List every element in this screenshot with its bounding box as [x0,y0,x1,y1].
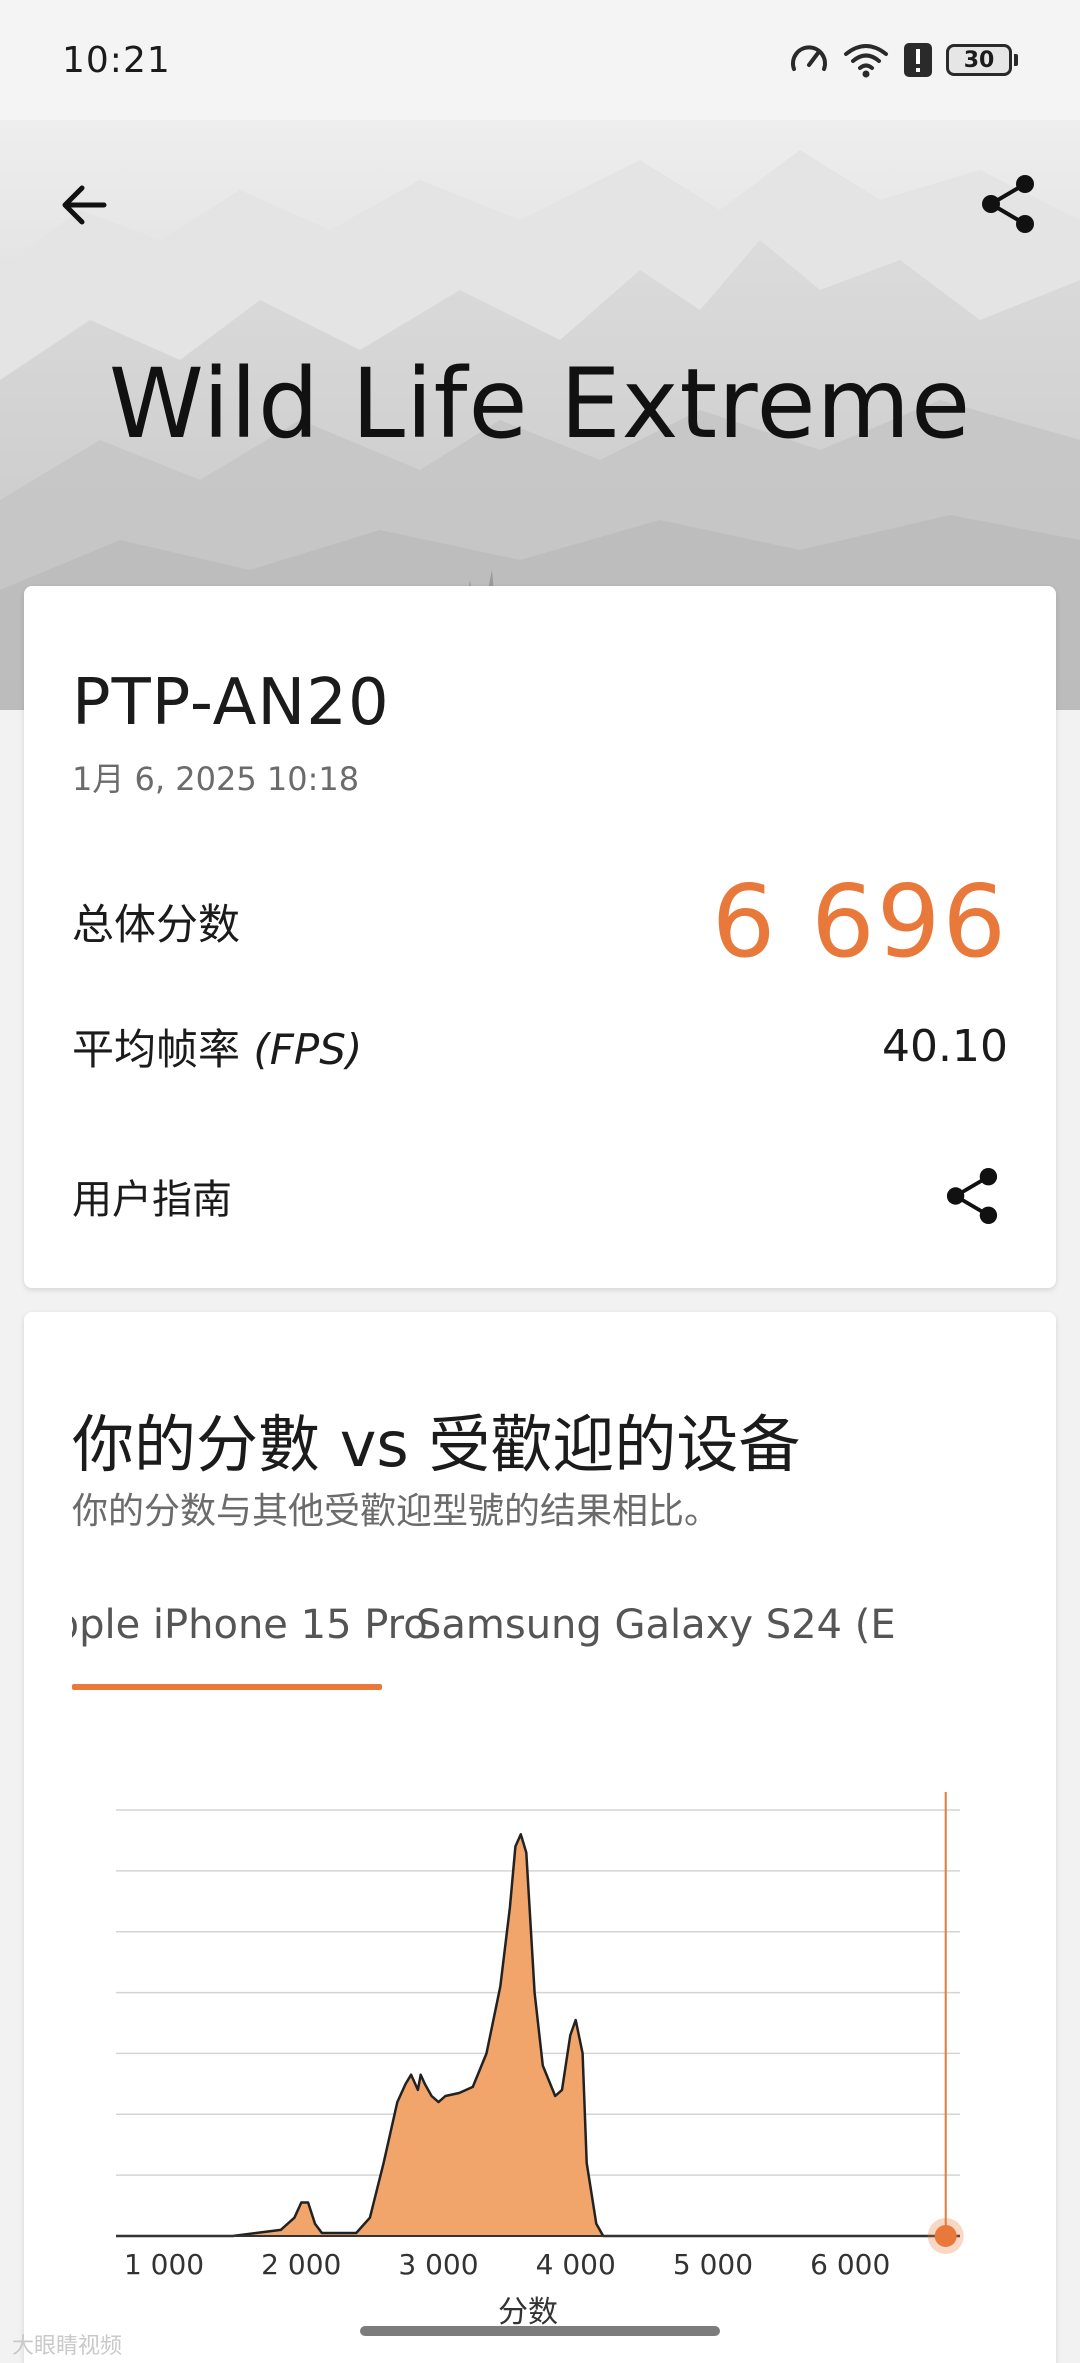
benchmark-title: Wild Life Extreme [108,348,972,460]
wifi-icon [842,40,890,80]
battery-level: 30 [946,44,1012,76]
your-score-marker [934,2225,957,2247]
x-tick-label: 2 000 [261,2248,341,2281]
share-icon [982,175,1034,233]
fps-value: 40.10 [882,1020,1008,1072]
x-tick-label: 3 000 [398,2248,478,2281]
test-date: 1月 6, 2025 10:18 [72,760,360,798]
watermark: 大眼睛视频 [12,2334,123,2359]
alert-icon [902,41,934,79]
score-label: 总体分数 [72,899,241,949]
status-bar: 10:21 30 [0,0,1080,120]
fps-label: 平均帧率 (FPS) [72,1024,363,1074]
battery-icon: 30 [946,44,1018,76]
x-axis-label: 分数 [498,2295,558,2330]
share-icon [946,1168,998,1224]
share-result-button[interactable] [936,1160,1008,1232]
speedometer-icon [788,39,830,81]
user-guide-row[interactable]: 用户指南 [72,1156,1008,1236]
score-row: 总体分数 6 696 [72,863,1008,980]
status-icons: 30 [788,39,1018,81]
score-distribution-chart: 1 000 2 000 3 000 4 000 5 000 6 000 分数 [116,1792,964,2330]
x-tick-label: 6 000 [810,2248,890,2281]
fps-row: 平均帧率 (FPS) 40.10 [72,1006,1008,1086]
comparison-card: 你的分數 vs 受歡迎的设备 你的分数与其他受歡迎型號的结果相比。 Apple … [24,1312,1056,2363]
x-tick-label: 5 000 [673,2248,753,2281]
back-button[interactable] [48,170,118,240]
x-tick-label: 4 000 [536,2248,616,2281]
x-tick-label: 1 000 [124,2248,204,2281]
fps-unit: (FPS) [253,1024,363,1074]
gesture-nav-handle[interactable] [360,2326,720,2336]
device-name: PTP-AN20 [72,666,390,740]
score-value: 6 696 [711,862,1008,980]
result-card: PTP-AN20 1月 6, 2025 10:18 总体分数 6 696 平均帧… [24,586,1056,1288]
share-button[interactable] [972,168,1044,240]
status-time: 10:21 [62,39,171,81]
user-guide-link[interactable]: 用户指南 [72,1167,232,1225]
arrow-left-icon [62,185,107,225]
